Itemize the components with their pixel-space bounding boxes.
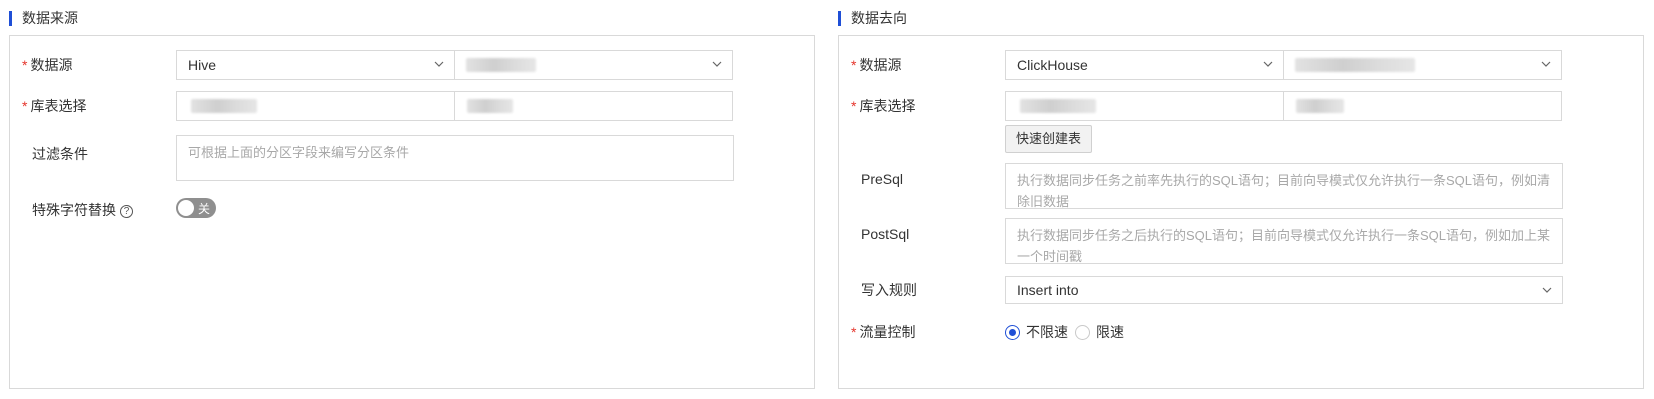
flow-control-unlimited-radio[interactable]: 不限速 — [1005, 322, 1068, 342]
source-datasource-type-select[interactable]: Hive — [176, 50, 455, 80]
masked-value — [1296, 99, 1344, 113]
source-filter-placeholder: 可根据上面的分区字段来编写分区条件 — [188, 145, 410, 160]
target-table-input[interactable] — [1283, 91, 1562, 121]
required-marker: * — [22, 57, 28, 73]
chevron-down-icon — [1541, 59, 1551, 69]
chevron-down-icon — [712, 59, 722, 69]
target-datasource-type-value: ClickHouse — [1017, 57, 1088, 73]
target-section-title: 数据去向 — [851, 10, 907, 26]
section-accent-bar — [838, 10, 841, 26]
radio-unselected-icon — [1075, 324, 1090, 340]
source-datasource-instance-select[interactable] — [454, 50, 733, 80]
masked-value — [466, 58, 536, 72]
required-marker: * — [22, 98, 28, 114]
source-filter-textarea[interactable]: 可根据上面的分区字段来编写分区条件 — [176, 135, 734, 181]
chevron-down-icon — [434, 59, 444, 69]
masked-value — [467, 99, 513, 113]
chevron-down-icon — [1542, 285, 1552, 295]
target-table-select-label: * 库表选择 — [851, 98, 916, 114]
target-section-header: 数据去向 — [838, 10, 907, 26]
masked-value — [1020, 99, 1096, 113]
required-marker: * — [851, 324, 857, 340]
write-rule-label: 写入规则 — [861, 282, 917, 298]
target-datasource-type-select[interactable]: ClickHouse — [1005, 50, 1284, 80]
required-marker: * — [851, 57, 857, 73]
postsql-label: PostSql — [861, 226, 910, 242]
source-datasource-label: * 数据源 — [22, 57, 73, 73]
postsql-placeholder: 执行数据同步任务之后执行的SQL语句；目前向导模式仅允许执行一条SQL语句，例如… — [1017, 228, 1551, 264]
postsql-textarea[interactable]: 执行数据同步任务之后执行的SQL语句；目前向导模式仅允许执行一条SQL语句，例如… — [1005, 218, 1563, 264]
flow-control-label: * 流量控制 — [851, 324, 916, 340]
source-database-input[interactable] — [176, 91, 455, 121]
presql-textarea[interactable]: 执行数据同步任务之前率先执行的SQL语句；目前向导模式仅允许执行一条SQL语句，… — [1005, 163, 1563, 209]
presql-label: PreSql — [861, 171, 904, 187]
quick-create-table-button[interactable]: 快速创建表 — [1005, 125, 1093, 153]
special-char-toggle[interactable]: 关 — [176, 198, 216, 218]
target-datasource-instance-select[interactable] — [1283, 50, 1562, 80]
special-char-label: 特殊字符替换? — [22, 200, 133, 220]
target-datasource-label: * 数据源 — [851, 57, 902, 73]
required-marker: * — [851, 98, 857, 114]
write-rule-value: Insert into — [1017, 282, 1079, 298]
target-database-input[interactable] — [1005, 91, 1284, 121]
source-datasource-type-value: Hive — [188, 57, 217, 73]
source-panel: * 数据源 Hive * 库表选择 过滤条件 可根据上面的分区字段来编写分区条件 特… — [9, 35, 815, 389]
presql-placeholder: 执行数据同步任务之前率先执行的SQL语句；目前向导模式仅允许执行一条SQL语句，… — [1017, 173, 1551, 209]
source-filter-label: 过滤条件 — [32, 146, 88, 162]
source-table-select-label: * 库表选择 — [22, 98, 87, 114]
masked-value — [1295, 58, 1415, 72]
toggle-knob — [178, 200, 194, 216]
radio-selected-icon — [1005, 324, 1020, 340]
write-rule-select[interactable]: Insert into — [1005, 276, 1563, 304]
target-panel: * 数据源 ClickHouse * 库表选择 快速创建表 PreSql 执行数据同… — [838, 35, 1644, 389]
toggle-state-text: 关 — [197, 202, 210, 216]
source-section-title: 数据来源 — [22, 10, 78, 26]
source-table-input[interactable] — [454, 91, 733, 121]
help-icon[interactable]: ? — [120, 205, 133, 218]
masked-value — [191, 99, 257, 113]
source-section-header: 数据来源 — [9, 10, 78, 26]
chevron-down-icon — [1263, 59, 1273, 69]
flow-control-limited-radio[interactable]: 限速 — [1075, 322, 1124, 342]
section-accent-bar — [9, 10, 12, 26]
